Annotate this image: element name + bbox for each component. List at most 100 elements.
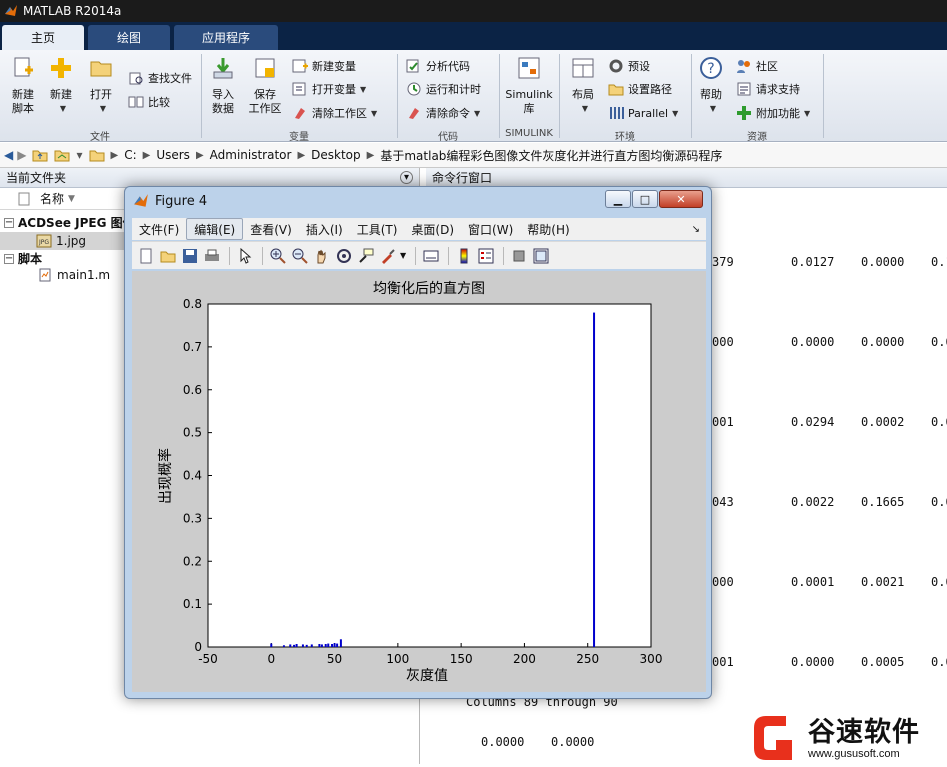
collapse-icon[interactable]: − (4, 217, 14, 228)
show-plot-tools-icon[interactable] (531, 246, 551, 266)
link-plot-icon[interactable] (421, 246, 441, 266)
maximize-button[interactable]: □ (632, 190, 658, 208)
legend-icon[interactable] (476, 246, 496, 266)
save-workspace-button[interactable]: 保存 工作区 (246, 56, 284, 116)
preferences-button[interactable]: 预设 (608, 56, 650, 76)
import-data-button[interactable]: 导入 数据 (204, 56, 242, 116)
y-tick-label: 0 (194, 640, 202, 654)
new-variable-label: 新建变量 (312, 60, 356, 73)
breadcrumb-drive[interactable]: C: (124, 148, 136, 162)
tab-plots-label: 绘图 (116, 31, 141, 45)
ribbon-tabstrip: 主页 绘图 应用程序 (0, 22, 947, 50)
y-tick-label: 0.5 (183, 426, 202, 440)
file-row-1jpg[interactable]: JPG 1.jpg (0, 232, 126, 250)
open-file-icon[interactable] (158, 246, 178, 266)
file-row-main1m[interactable]: main1.m (38, 268, 110, 282)
analyze-code-icon (406, 59, 419, 73)
chevron-down-icon: ▼ (672, 108, 679, 118)
layout-button[interactable]: 布局 ▼ (564, 56, 602, 116)
group-jpeg-images[interactable]: − ACDSee JPEG 图像 (4, 214, 135, 231)
menu-help[interactable]: 帮助(H) (520, 218, 576, 240)
new-button[interactable]: 新建 ▼ (42, 56, 80, 116)
clear-workspace-button[interactable]: 清除工作区 ▼ (292, 103, 377, 123)
dock-arrow-icon[interactable]: ↘ (692, 224, 700, 235)
new-script-button[interactable]: 新建 脚本 (4, 56, 42, 116)
analyze-code-button[interactable]: 分析代码 (406, 56, 470, 76)
add-ons-button[interactable]: 附加功能 ▼ (736, 103, 810, 123)
output-cell: 0.0001 (931, 575, 947, 589)
x-tick-label: 150 (450, 652, 473, 666)
community-button[interactable]: 社区 (736, 56, 778, 76)
matlab-logo-icon (5, 5, 17, 16)
ribbon-separator (397, 54, 398, 138)
print-icon[interactable] (202, 246, 222, 266)
figure-window[interactable]: Figure 4 ▁ □ ✕ 文件(F) 编辑(E) 查看(V) 插入(I) 工… (124, 186, 712, 699)
command-window-title: 命令行窗口 (432, 171, 493, 185)
watermark-logo: 谷速软件 www.gususoft.com (752, 712, 947, 764)
output-cell: 0.0000 (931, 335, 947, 349)
colorbar-icon[interactable] (454, 246, 474, 266)
new-variable-button[interactable]: 新建变量 (292, 56, 356, 76)
clear-commands-icon (409, 108, 419, 119)
figure-canvas[interactable]: 均衡化后的直方图 灰度值 出现概率 -50 0 50 100 150 200 250 300 0… (132, 271, 706, 692)
up-folder-icon[interactable] (32, 148, 48, 162)
x-axis-label: 灰度值 (406, 668, 448, 684)
x-tick-label: 100 (386, 652, 409, 666)
edit-plot-arrow-icon[interactable] (235, 246, 255, 266)
pan-hand-icon[interactable] (312, 246, 332, 266)
minimize-button[interactable]: ▁ (605, 190, 631, 208)
breadcrumb-users[interactable]: Users (156, 148, 190, 162)
menu-window[interactable]: 窗口(W) (461, 218, 520, 240)
hide-plot-tools-icon[interactable] (509, 246, 529, 266)
collapse-icon[interactable]: − (4, 253, 14, 264)
save-icon[interactable] (180, 246, 200, 266)
new-figure-icon[interactable] (136, 246, 156, 266)
find-files-button[interactable]: 查找文件 (128, 68, 192, 88)
clear-commands-button[interactable]: 清除命令 ▼ (406, 103, 480, 123)
menu-edit[interactable]: 编辑(E) (186, 218, 244, 240)
close-button[interactable]: ✕ (659, 190, 703, 208)
breadcrumb-project-folder[interactable]: 基于matlab编程彩色图像文件灰度化并进行直方图均衡源码程序 (380, 147, 722, 164)
import-data-label: 导入 数据 (212, 88, 234, 115)
menu-tools[interactable]: 工具(T) (350, 218, 405, 240)
chevron-down-icon[interactable]: ▼ (400, 251, 406, 260)
histogram-chart[interactable]: 均衡化后的直方图 灰度值 出现概率 -50 0 50 100 150 200 250 3000… (132, 271, 706, 692)
browse-folder-icon[interactable] (54, 148, 70, 162)
x-tick-label: 300 (640, 652, 663, 666)
file-name-main1m: main1.m (57, 268, 111, 282)
open-variable-label: 打开变量 (312, 83, 356, 96)
open-button[interactable]: 打开 ▼ (82, 56, 120, 116)
menu-insert[interactable]: 插入(I) (299, 218, 350, 240)
brush-icon[interactable] (378, 246, 398, 266)
figure-toolbar: ▼ (132, 241, 706, 269)
panel-menu-icon[interactable]: ▾ (400, 171, 413, 184)
menu-desktop[interactable]: 桌面(D) (404, 218, 461, 240)
request-support-button[interactable]: 请求支持 (736, 79, 800, 99)
breadcrumb-desktop[interactable]: Desktop (311, 148, 361, 162)
open-variable-button[interactable]: 打开变量 ▼ (292, 79, 366, 99)
menu-view[interactable]: 查看(V) (243, 218, 299, 240)
breadcrumb-administrator[interactable]: Administrator (210, 148, 292, 162)
svg-text:?: ? (707, 61, 714, 77)
y-tick-label: 0.3 (183, 511, 202, 525)
help-button[interactable]: ? 帮助 ▼ (692, 56, 730, 116)
group-scripts[interactable]: − 脚本 (4, 250, 42, 267)
zoom-in-icon[interactable] (268, 246, 288, 266)
rotate-3d-icon[interactable] (334, 246, 354, 266)
set-path-button[interactable]: 设置路径 (608, 79, 672, 99)
compare-button[interactable]: 比较 (128, 92, 170, 112)
tab-apps[interactable]: 应用程序 (174, 25, 278, 50)
data-cursor-icon[interactable] (356, 246, 376, 266)
back-arrow-icon[interactable]: ◀ (4, 148, 13, 162)
find-files-icon (129, 72, 143, 85)
zoom-out-icon[interactable] (290, 246, 310, 266)
forward-arrow-icon[interactable]: ▶ (17, 148, 26, 162)
tab-home[interactable]: 主页 (2, 25, 84, 50)
parallel-button[interactable]: Parallel ▼ (608, 103, 678, 123)
tab-plots[interactable]: 绘图 (88, 25, 170, 50)
output-cell: 000 (712, 335, 734, 349)
menu-file[interactable]: 文件(F) (132, 218, 186, 240)
histogram-bar (305, 644, 308, 647)
simulink-library-button[interactable]: Simulink 库 (505, 56, 553, 116)
run-and-time-button[interactable]: 运行和计时 (406, 79, 481, 99)
